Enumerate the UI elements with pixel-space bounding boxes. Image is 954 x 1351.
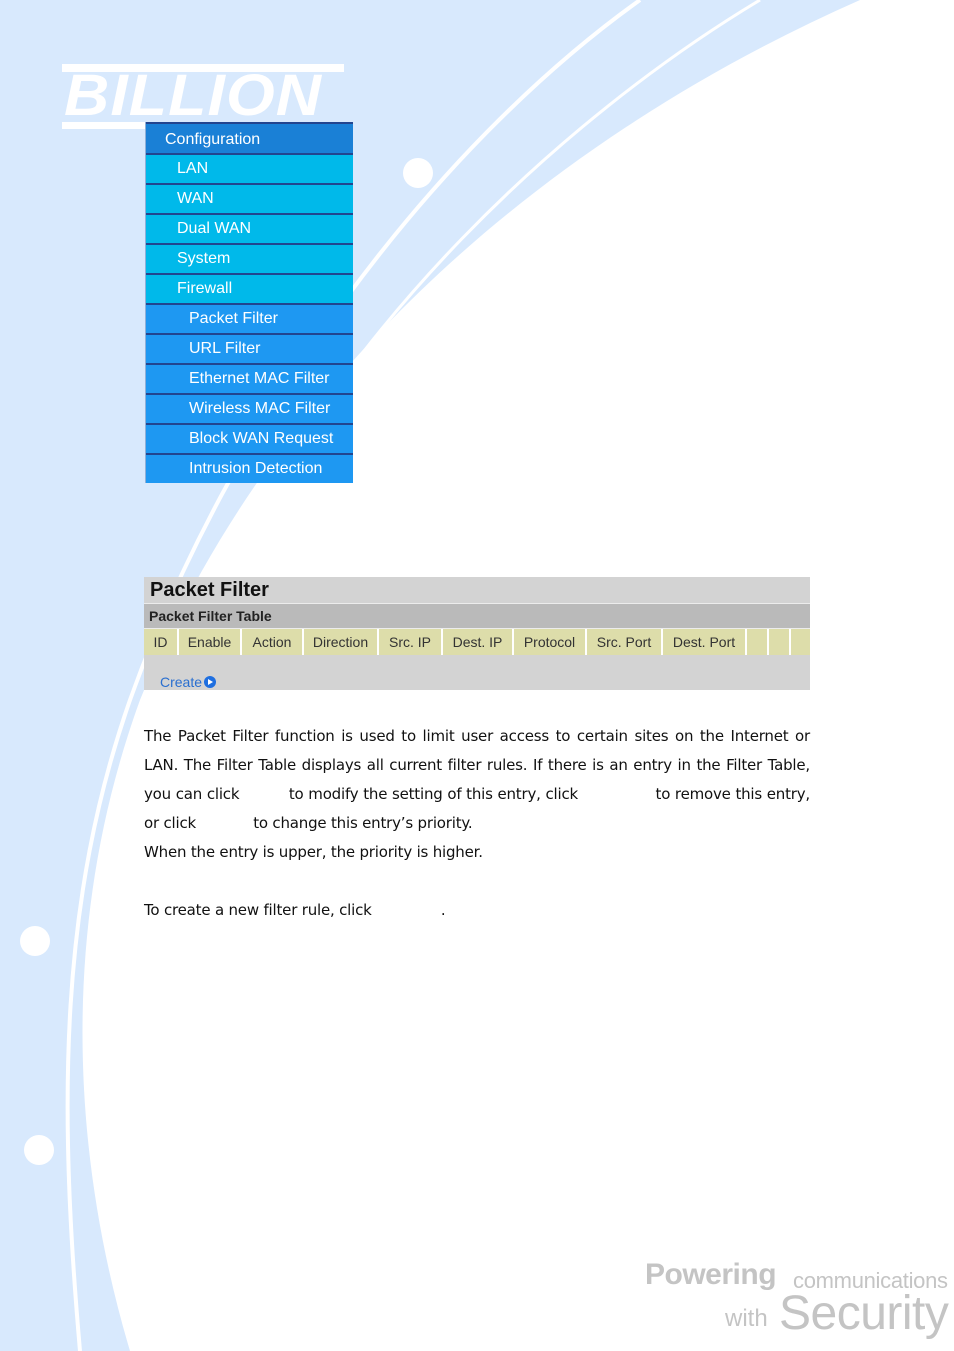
menu-item-firewall[interactable]: Firewall [146, 273, 353, 303]
packet-filter-panel: Packet Filter Packet Filter Table ID Ena… [144, 577, 810, 690]
table-header-row: ID Enable Action Direction Src. IP Dest.… [144, 629, 810, 655]
column-header-move [791, 629, 810, 655]
menu-item-system[interactable]: System [146, 243, 353, 273]
slogan: Powering communications with Security [645, 1258, 954, 1348]
description-paragraph-2: When the entry is upper, the priority is… [144, 843, 483, 861]
column-header-enable: Enable [179, 629, 242, 655]
description-paragraph-1: The Packet Filter function is used to li… [144, 722, 810, 838]
menu-item-packet-filter[interactable]: Packet Filter [146, 303, 353, 333]
panel-title: Packet Filter [144, 577, 810, 604]
menu-item-ethernet-mac-filter[interactable]: Ethernet MAC Filter [146, 363, 353, 393]
menu-item-intrusion-detection[interactable]: Intrusion Detection [146, 453, 353, 483]
column-header-id: ID [144, 629, 179, 655]
arrow-right-circle-icon [204, 676, 217, 688]
column-header-dest-ip: Dest. IP [443, 629, 514, 655]
column-header-direction: Direction [304, 629, 379, 655]
menu-item-wireless-mac-filter[interactable]: Wireless MAC Filter [146, 393, 353, 423]
table-title: Packet Filter Table [144, 604, 810, 629]
description-text: To create a new filter rule, click [144, 901, 372, 919]
description: The Packet Filter function is used to li… [144, 722, 810, 925]
menu-item-lan[interactable]: LAN [146, 153, 353, 183]
navigation-menu: Configuration LAN WAN Dual WAN System Fi… [145, 122, 353, 483]
menu-item-wan[interactable]: WAN [146, 183, 353, 213]
description-text: to change this entry’s priority. [253, 814, 473, 832]
slogan-powering: Powering [645, 1258, 777, 1291]
create-label: Create [160, 674, 203, 690]
column-header-edit [747, 629, 769, 655]
menu-item-dual-wan[interactable]: Dual WAN [146, 213, 353, 243]
logo-bar-bottom [62, 122, 152, 129]
column-header-protocol: Protocol [514, 629, 587, 655]
column-header-src-port: Src. Port [587, 629, 663, 655]
column-header-action: Action [242, 629, 304, 655]
table-footer: Create [144, 655, 810, 690]
description-text: . [440, 901, 446, 919]
create-button[interactable]: Create [160, 674, 217, 690]
column-header-delete [769, 629, 791, 655]
description-paragraph-3: To create a new filter rule, click . [144, 896, 810, 925]
menu-item-block-wan-request[interactable]: Block WAN Request [146, 423, 353, 453]
slogan-with: with [725, 1305, 768, 1332]
column-header-src-ip: Src. IP [379, 629, 443, 655]
column-header-dest-port: Dest. Port [663, 629, 747, 655]
slogan-security: Security [779, 1287, 949, 1340]
logo-text: BILLION [64, 63, 323, 128]
menu-item-url-filter[interactable]: URL Filter [146, 333, 353, 363]
description-text: to modify the setting of this entry, cli… [288, 785, 578, 803]
menu-item-configuration[interactable]: Configuration [146, 122, 353, 153]
